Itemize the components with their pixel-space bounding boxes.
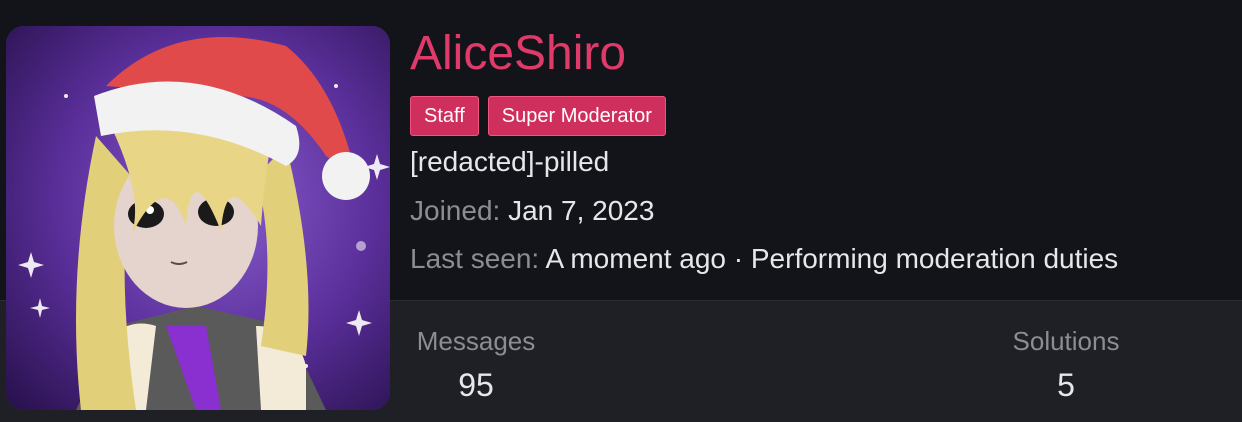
last-seen-row: Last seen: A moment ago · Performing mod… xyxy=(410,241,1118,277)
avatar-illustration xyxy=(6,26,390,410)
member-profile-card: AliceShiro Staff Super Moderator [redact… xyxy=(0,0,1242,422)
user-badges: Staff Super Moderator xyxy=(410,96,666,136)
username[interactable]: AliceShiro xyxy=(410,26,626,82)
last-seen-label: Last seen: xyxy=(410,243,540,274)
badge-staff: Staff xyxy=(410,96,479,136)
avatar[interactable] xyxy=(6,26,390,410)
messages-label: Messages xyxy=(416,326,536,356)
joined-date: Jan 7, 2023 xyxy=(508,195,655,226)
solutions-label: Solutions xyxy=(1012,326,1120,356)
stat-solutions[interactable]: Solutions 5 xyxy=(1006,325,1126,405)
stat-messages[interactable]: Messages 95 xyxy=(410,325,542,405)
last-seen-value: A moment ago · Performing moderation dut… xyxy=(545,243,1119,274)
messages-count: 95 xyxy=(458,367,494,403)
solutions-count: 5 xyxy=(1057,367,1075,403)
custom-title: [redacted]-pilled xyxy=(410,146,610,177)
joined-row: Joined: Jan 7, 2023 xyxy=(410,193,654,229)
badge-super-moderator: Super Moderator xyxy=(487,96,666,136)
joined-label: Joined: xyxy=(410,195,501,226)
